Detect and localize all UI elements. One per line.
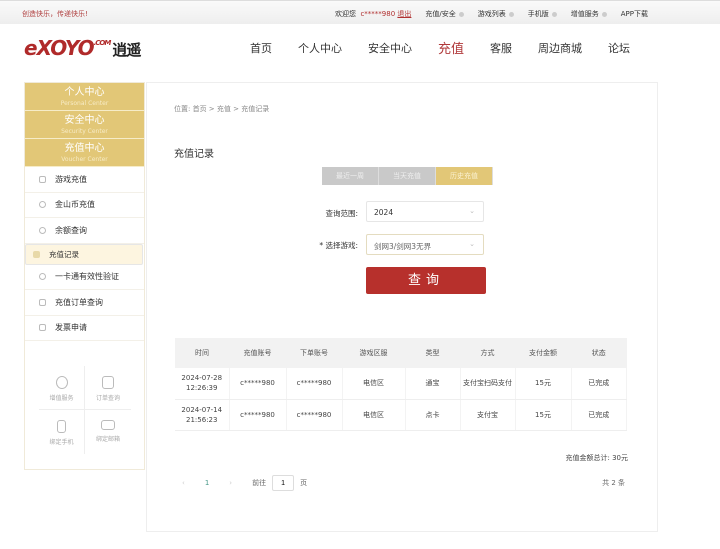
nav-service[interactable]: 客服 [490, 40, 512, 57]
prev-page-button[interactable]: ‹ [182, 479, 185, 487]
nav-forum[interactable]: 论坛 [608, 40, 630, 57]
page-unit: 页 [300, 479, 308, 487]
sidebar-item-card-verify[interactable]: 一卡通有效性验证 [25, 265, 144, 290]
slogan: 创造快乐，传递快乐! [22, 10, 88, 18]
nav-home[interactable]: 首页 [250, 40, 272, 57]
page-title: 充值记录 [174, 149, 214, 160]
chevron-down-icon: ⌄ [469, 207, 475, 215]
total-amount: 充值金额总计: 30元 [565, 454, 629, 462]
main-nav: 首页 个人中心 安全中心 充值 客服 周边商城 论坛 [250, 40, 656, 57]
total-count: 共 2 条 [602, 479, 625, 487]
welcome-text: 欢迎您 [335, 10, 356, 18]
sidebar-item-balance[interactable]: 余额查询 [25, 218, 144, 244]
dropdown-icon [508, 11, 514, 17]
sidebar-item-game-recharge[interactable]: 游戏充值 [25, 167, 144, 193]
mail-icon [101, 420, 115, 430]
sidebar-personal-center[interactable]: 个人中心 Personal Center [25, 83, 144, 111]
quick-bind-email[interactable]: 绑定邮箱 [85, 410, 131, 454]
logo[interactable]: eXOYO.COM 逍遥 [24, 36, 141, 60]
dropdown-icon [458, 11, 464, 17]
table-row: 2024-07-14 21:56:23 c*****980 c*****980 电信区点… [175, 399, 627, 431]
game-icon [39, 175, 46, 183]
range-select[interactable]: 2024 ⌄ [366, 201, 484, 222]
sidebar-item-records[interactable]: 充值记录 [25, 243, 143, 265]
quick-bind-phone[interactable]: 绑定手机 [39, 410, 85, 454]
search-icon [39, 226, 46, 234]
quick-value-added[interactable]: 增值服务 [39, 366, 85, 410]
dropdown-icon [551, 11, 557, 17]
pagination: ‹ 1 › 前往 页 [182, 475, 307, 491]
range-label: 查询范围: [325, 209, 358, 218]
page-1[interactable]: 1 [205, 479, 209, 487]
goto-page-input[interactable] [272, 475, 295, 491]
check-icon [39, 273, 46, 281]
nav-personal[interactable]: 个人中心 [298, 40, 342, 57]
period-tabs: 最近一周 当天充值 历史充值 [322, 167, 493, 185]
order-icon [102, 376, 114, 389]
top-bar: 创造快乐，传递快乐! 欢迎您 c*****980 退出 充值/安全 游戏列表 手… [0, 0, 720, 24]
coin-icon [39, 201, 46, 209]
order-icon [39, 298, 46, 306]
content-panel [146, 82, 658, 532]
dropdown-icon [601, 11, 607, 17]
logout-link[interactable]: 退出 [397, 10, 411, 18]
query-button[interactable]: 查询 [366, 267, 486, 294]
tab-last-week[interactable]: 最近一周 [322, 167, 379, 185]
nav-shop[interactable]: 周边商城 [538, 40, 582, 57]
goto-label: 前往 [252, 479, 267, 487]
tab-today[interactable]: 当天充值 [379, 167, 436, 185]
sidebar-item-order-query[interactable]: 充值订单查询 [25, 290, 144, 316]
sidebar-voucher-center[interactable]: 充值中心 Voucher Center [25, 139, 144, 167]
link-recharge-security[interactable]: 充值/安全 [425, 9, 464, 19]
nav-security[interactable]: 安全中心 [368, 40, 412, 57]
sidebar-item-invoice[interactable]: 发票申请 [25, 316, 144, 341]
username: c*****980 [360, 10, 396, 18]
game-select[interactable]: 剑网3/剑网3无界 ⌄ [366, 234, 484, 255]
link-game-list[interactable]: 游戏列表 [478, 9, 514, 19]
table-row: 2024-07-28 12:26:39 c*****980 c*****980 电信区通… [175, 368, 627, 400]
chevron-down-icon: ⌄ [469, 240, 475, 248]
link-value-added[interactable]: 增值服务 [571, 9, 607, 19]
sidebar: 个人中心 Personal Center 安全中心 Security Center … [24, 82, 145, 470]
game-label: * 选择游戏: [319, 241, 358, 250]
next-page-button[interactable]: › [229, 479, 232, 487]
service-icon [55, 376, 68, 389]
tab-history[interactable]: 历史充值 [436, 167, 493, 185]
record-icon [33, 250, 40, 258]
quick-order-query[interactable]: 订单查询 [85, 366, 131, 410]
table-header: 时间 充值账号 下单账号 游戏区服 类型 方式 支付金额 状态 [175, 338, 627, 368]
link-app-download[interactable]: APP下载 [621, 9, 648, 19]
sidebar-security-center[interactable]: 安全中心 Security Center [25, 111, 144, 139]
phone-icon [57, 420, 66, 433]
link-mobile[interactable]: 手机版 [528, 9, 557, 19]
sidebar-item-coin-recharge[interactable]: 金山币充值 [25, 193, 144, 218]
records-table: 时间 充值账号 下单账号 游戏区服 类型 方式 支付金额 状态 2024-07-28 12:26… [175, 338, 627, 431]
nav-recharge[interactable]: 充值 [438, 38, 464, 57]
invoice-icon [39, 324, 46, 332]
breadcrumb: 位置: 首页 > 充值 > 充值记录 [174, 105, 270, 113]
